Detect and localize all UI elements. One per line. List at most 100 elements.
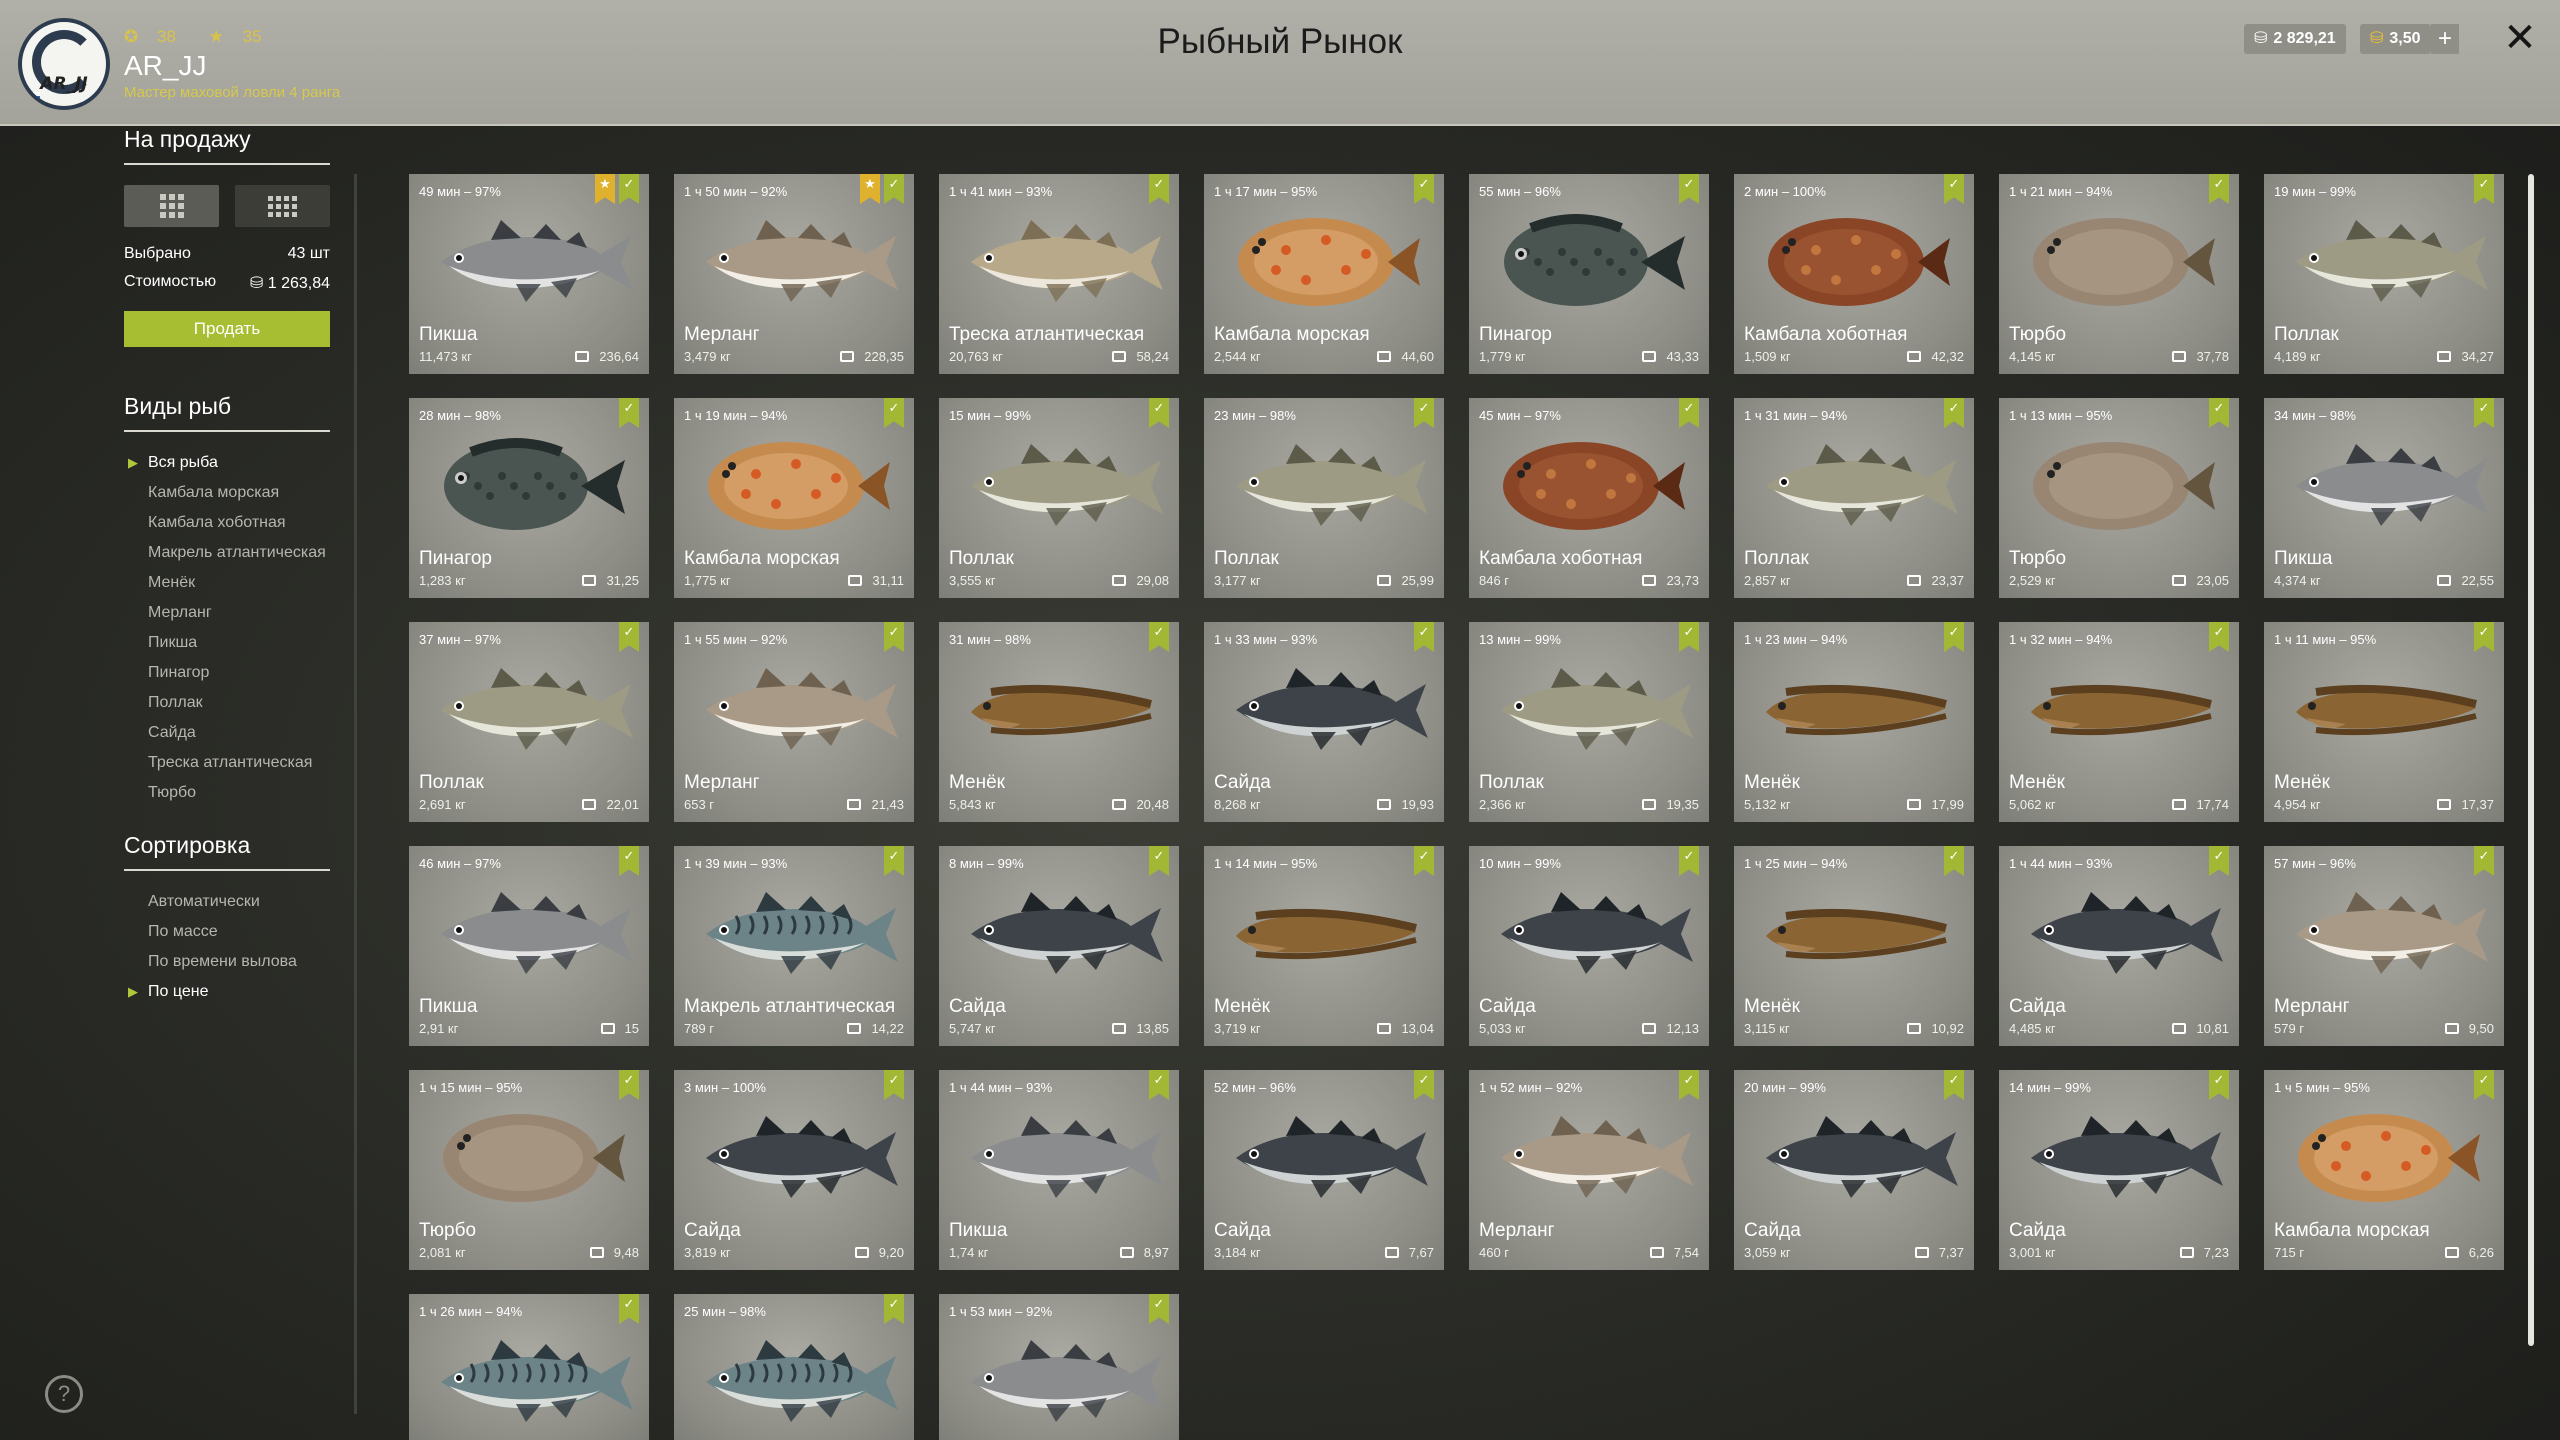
selected-check-icon[interactable]: ✓ [1414, 398, 1434, 428]
species-filter-item[interactable]: Сайда [148, 724, 330, 742]
selected-check-icon[interactable]: ✓ [2209, 846, 2229, 876]
selected-check-icon[interactable]: ✓ [619, 1070, 639, 1100]
selected-check-icon[interactable]: ✓ [1944, 622, 1964, 652]
fish-card[interactable]: 57 мин – 96% ✓ Мерланг 579 г 9,50 [2264, 846, 2504, 1046]
sort-option-item[interactable]: По цене [128, 983, 330, 1001]
fish-card[interactable]: 46 мин – 97% ✓ Пикша 2,91 кг 15 [409, 846, 649, 1046]
fish-card[interactable]: 55 мин – 96% ✓ Пинагор 1,779 кг 43,33 [1469, 174, 1709, 374]
fish-card[interactable]: 1 ч 25 мин – 94% ✓ Менёк 3,115 кг 10,92 [1734, 846, 1974, 1046]
fish-card[interactable]: 1 ч 41 мин – 93% ✓ Треска атлантическая 20,… [939, 174, 1179, 374]
fish-card[interactable]: 1 ч 44 мин – 93% ✓ Пикша 1,74 кг 8,97 [939, 1070, 1179, 1270]
fish-card[interactable]: 1 ч 5 мин – 95% ✓ Камбала морская 715 г 6,26 [2264, 1070, 2504, 1270]
small-grid-view-button[interactable] [235, 185, 330, 227]
close-button[interactable]: ✕ [2500, 18, 2540, 58]
fish-card[interactable]: 1 ч 33 мин – 93% ✓ Сайда 8,268 кг 19,93 [1204, 622, 1444, 822]
selected-check-icon[interactable]: ✓ [2474, 846, 2494, 876]
fish-card[interactable]: 34 мин – 98% ✓ Пикша 4,374 кг 22,55 [2264, 398, 2504, 598]
selected-check-icon[interactable]: ✓ [1149, 174, 1169, 204]
selected-check-icon[interactable]: ✓ [884, 1070, 904, 1100]
species-filter-item[interactable]: Тюрбо [148, 784, 330, 802]
selected-check-icon[interactable]: ✓ [1414, 622, 1434, 652]
fish-card[interactable]: 1 ч 17 мин – 95% ✓ Камбала морская 2,544 кг… [1204, 174, 1444, 374]
species-filter-item[interactable]: Поллак [148, 694, 330, 712]
help-button[interactable]: ? [45, 1375, 83, 1413]
fish-card[interactable]: 25 мин – 98% ✓ [674, 1294, 914, 1440]
selected-check-icon[interactable]: ✓ [619, 1294, 639, 1324]
fish-card[interactable]: 1 ч 15 мин – 95% ✓ Тюрбо 2,081 кг 9,48 [409, 1070, 649, 1270]
sell-button[interactable]: Продать [124, 311, 330, 347]
fish-card[interactable]: 1 ч 21 мин – 94% ✓ Тюрбо 4,145 кг 37,78 [1999, 174, 2239, 374]
selected-check-icon[interactable]: ✓ [1944, 398, 1964, 428]
fish-card[interactable]: 37 мин – 97% ✓ Поллак 2,691 кг 22,01 [409, 622, 649, 822]
selected-check-icon[interactable]: ✓ [1944, 174, 1964, 204]
fish-card[interactable]: 10 мин – 99% ✓ Сайда 5,033 кг 12,13 [1469, 846, 1709, 1046]
fish-card[interactable]: 8 мин – 99% ✓ Сайда 5,747 кг 13,85 [939, 846, 1179, 1046]
selected-check-icon[interactable]: ✓ [1944, 846, 1964, 876]
species-filter-item[interactable]: Менёк [148, 574, 330, 592]
species-filter-item[interactable]: Макрель атлантическая [148, 544, 330, 562]
fish-card[interactable]: 1 ч 50 мин – 92% ✓ ★ Мерланг 3,479 кг 228,35 [674, 174, 914, 374]
selected-check-icon[interactable]: ✓ [1679, 622, 1699, 652]
selected-check-icon[interactable]: ✓ [1679, 398, 1699, 428]
fish-card[interactable]: 1 ч 31 мин – 94% ✓ Поллак 2,857 кг 23,37 [1734, 398, 1974, 598]
selected-check-icon[interactable]: ✓ [2474, 1070, 2494, 1100]
large-grid-view-button[interactable] [124, 185, 219, 227]
selected-check-icon[interactable]: ✓ [2209, 174, 2229, 204]
selected-check-icon[interactable]: ✓ [2474, 398, 2494, 428]
selected-check-icon[interactable]: ✓ [619, 398, 639, 428]
selected-check-icon[interactable]: ✓ [884, 846, 904, 876]
fish-card[interactable]: 1 ч 14 мин – 95% ✓ Менёк 3,719 кг 13,04 [1204, 846, 1444, 1046]
fish-card[interactable]: 1 ч 39 мин – 93% ✓ Макрель атлантическая 78… [674, 846, 914, 1046]
fish-card[interactable]: 45 мин – 97% ✓ Камбала хоботная 846 г 23,73 [1469, 398, 1709, 598]
selected-check-icon[interactable]: ✓ [884, 622, 904, 652]
species-filter-item[interactable]: Треска атлантическая [148, 754, 330, 772]
fish-card[interactable]: 20 мин – 99% ✓ Сайда 3,059 кг 7,37 [1734, 1070, 1974, 1270]
scrollbar[interactable] [2528, 174, 2534, 1346]
selected-check-icon[interactable]: ✓ [2209, 1070, 2229, 1100]
fish-card[interactable]: 1 ч 53 мин – 92% ✓ [939, 1294, 1179, 1440]
fish-card[interactable]: 1 ч 52 мин – 92% ✓ Мерланг 460 г 7,54 [1469, 1070, 1709, 1270]
sort-option-item[interactable]: По времени вылова [148, 953, 330, 971]
species-filter-item[interactable]: Камбала хоботная [148, 514, 330, 532]
fish-card[interactable]: 15 мин – 99% ✓ Поллак 3,555 кг 29,08 [939, 398, 1179, 598]
fish-card[interactable]: 2 мин – 100% ✓ Камбала хоботная 1,509 кг 42,… [1734, 174, 1974, 374]
fish-card[interactable]: 3 мин – 100% ✓ Сайда 3,819 кг 9,20 [674, 1070, 914, 1270]
selected-check-icon[interactable]: ✓ [884, 174, 904, 204]
selected-check-icon[interactable]: ✓ [1149, 398, 1169, 428]
selected-check-icon[interactable]: ✓ [2474, 622, 2494, 652]
selected-check-icon[interactable]: ✓ [2474, 174, 2494, 204]
fish-card[interactable]: 14 мин – 99% ✓ Сайда 3,001 кг 7,23 [1999, 1070, 2239, 1270]
selected-check-icon[interactable]: ✓ [619, 174, 639, 204]
selected-check-icon[interactable]: ✓ [1679, 1070, 1699, 1100]
fish-card[interactable]: 1 ч 23 мин – 94% ✓ Менёк 5,132 кг 17,99 [1734, 622, 1974, 822]
selected-check-icon[interactable]: ✓ [884, 398, 904, 428]
fish-card[interactable]: 13 мин – 99% ✓ Поллак 2,366 кг 19,35 [1469, 622, 1709, 822]
selected-check-icon[interactable]: ✓ [1149, 846, 1169, 876]
species-filter-item[interactable]: Вся рыба [128, 454, 330, 472]
selected-check-icon[interactable]: ✓ [1679, 846, 1699, 876]
fish-card[interactable]: 1 ч 13 мин – 95% ✓ Тюрбо 2,529 кг 23,05 [1999, 398, 2239, 598]
sort-option-item[interactable]: Автоматически [148, 893, 330, 911]
species-filter-item[interactable]: Пинагор [148, 664, 330, 682]
selected-check-icon[interactable]: ✓ [1944, 1070, 1964, 1100]
selected-check-icon[interactable]: ✓ [1149, 1294, 1169, 1324]
selected-check-icon[interactable]: ✓ [1414, 846, 1434, 876]
selected-check-icon[interactable]: ✓ [1679, 174, 1699, 204]
selected-check-icon[interactable]: ✓ [1149, 622, 1169, 652]
selected-check-icon[interactable]: ✓ [619, 846, 639, 876]
fish-card[interactable]: 52 мин – 96% ✓ Сайда 3,184 кг 7,67 [1204, 1070, 1444, 1270]
fish-card[interactable]: 19 мин – 99% ✓ Поллак 4,189 кг 34,27 [2264, 174, 2504, 374]
species-filter-item[interactable]: Пикша [148, 634, 330, 652]
selected-check-icon[interactable]: ✓ [2209, 398, 2229, 428]
selected-check-icon[interactable]: ✓ [1414, 174, 1434, 204]
fish-card[interactable]: 28 мин – 98% ✓ Пинагор 1,283 кг 31,25 [409, 398, 649, 598]
selected-check-icon[interactable]: ✓ [884, 1294, 904, 1324]
fish-card[interactable]: 31 мин – 98% ✓ Менёк 5,843 кг 20,48 [939, 622, 1179, 822]
fish-card[interactable]: 1 ч 19 мин – 94% ✓ Камбала морская 1,775 кг… [674, 398, 914, 598]
fish-card[interactable]: 1 ч 11 мин – 95% ✓ Менёк 4,954 кг 17,37 [2264, 622, 2504, 822]
selected-check-icon[interactable]: ✓ [2209, 622, 2229, 652]
species-filter-item[interactable]: Камбала морская [148, 484, 330, 502]
selected-check-icon[interactable]: ✓ [1414, 1070, 1434, 1100]
species-filter-item[interactable]: Мерланг [148, 604, 330, 622]
fish-card[interactable]: 1 ч 26 мин – 94% ✓ [409, 1294, 649, 1440]
